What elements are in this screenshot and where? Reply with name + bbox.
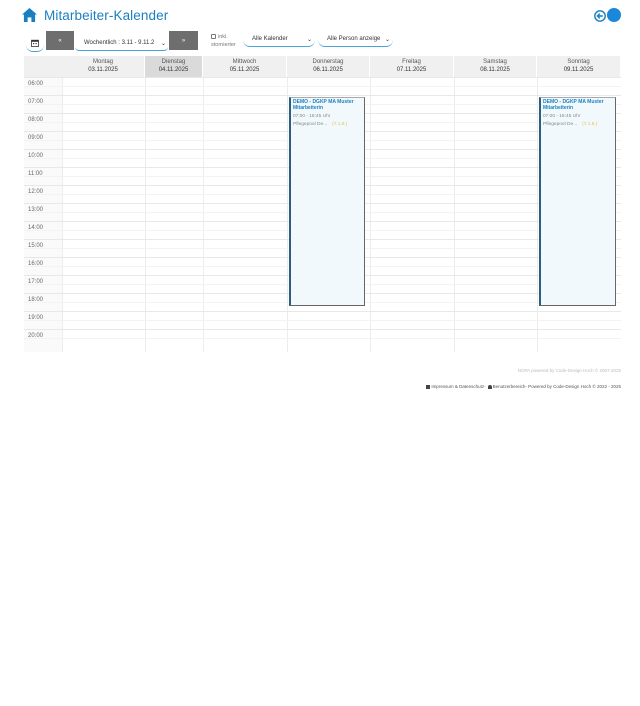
week-range-select[interactable]: Wochentlich : 3.11 - 9.11.2 ⌄ <box>75 35 168 51</box>
day-date: 09.11.2025 <box>563 67 594 73</box>
hour-line <box>24 311 621 312</box>
time-column-header <box>24 56 62 77</box>
previous-week-button[interactable]: « <box>46 31 74 50</box>
event-subtitle-row: Pflegepool De... (7.1.6.) <box>543 122 613 128</box>
user-circle-button[interactable] <box>607 8 621 22</box>
top-right-actions <box>594 8 621 22</box>
calendar-event[interactable]: DEMO - DGKP MA Muster Mitarbeiterin 07:00… <box>539 97 616 306</box>
week-calendar: Montag 03.11.2025 Dienstag 04.11.2025 Mittwo… <box>24 56 621 352</box>
back-arrow-icon[interactable] <box>594 9 606 22</box>
header: Mitarbeiter-Kalender <box>22 6 168 24</box>
day-name: Montag <box>92 59 113 65</box>
user-icon <box>487 384 492 389</box>
day-header-1[interactable]: Dienstag 04.11.2025 <box>145 56 203 77</box>
day-name: Sonntag <box>567 59 590 65</box>
time-label: 18:00 <box>28 297 44 303</box>
hour-line <box>24 77 621 78</box>
calendar-select-value: Alle Kalender <box>252 35 288 42</box>
calendar-picker-button[interactable] <box>26 35 44 52</box>
person-select-value: Alle Person anzeige <box>327 35 381 42</box>
half-hour-line <box>24 86 621 87</box>
day-header-4[interactable]: Freitag 07.11.2025 <box>370 56 454 77</box>
page-title: Mitarbeiter-Kalender <box>44 7 169 23</box>
impressum-link[interactable]: Impressum & Datenschutz <box>431 384 484 389</box>
day-date: 05.11.2025 <box>229 67 260 73</box>
day-name: Freitag <box>402 59 421 65</box>
event-subtitle-row: Pflegepool De... (7.1.6.) <box>293 122 362 128</box>
time-label: 07:00 <box>28 99 44 105</box>
time-label: 16:00 <box>28 261 44 267</box>
day-date: 07.11.2025 <box>396 67 427 73</box>
time-label: 13:00 <box>28 207 44 213</box>
time-label: 12:00 <box>28 189 44 195</box>
event-title: DEMO - DGKP MA Muster Mitarbeiterin <box>543 99 604 111</box>
half-hour-line <box>24 320 621 321</box>
calendar-icon <box>31 39 39 47</box>
chevron-down-icon: ⌄ <box>160 41 166 47</box>
day-header-0[interactable]: Montag 03.11.2025 <box>62 56 145 77</box>
event-time: 07:00 - 18:45 Uhr <box>543 114 581 119</box>
time-label: 11:00 <box>28 171 43 177</box>
home-icon[interactable] <box>22 8 37 22</box>
time-label: 20:00 <box>28 333 44 339</box>
hour-line <box>24 95 621 96</box>
day-name: Samstag <box>483 59 507 65</box>
day-name: Mittwoch <box>232 59 257 65</box>
storno-label-line1: inkl. <box>218 34 228 40</box>
day-name: Dienstag <box>161 59 186 65</box>
day-date: 06.11.2025 <box>313 67 343 73</box>
footer-copyright: NOPA powered by Code-Design Hoch © 2007-… <box>517 368 621 373</box>
person-select[interactable]: Alle Person anzeige ⌄ <box>318 31 393 47</box>
time-label: 14:00 <box>28 225 44 231</box>
week-range-value: Wochentlich : 3.11 - 9.11.2 <box>84 39 155 46</box>
grid-icon <box>426 384 431 389</box>
time-label: 10:00 <box>28 153 44 159</box>
event-subtitle: Pflegepool De... <box>293 122 328 127</box>
day-date: 03.11.2025 <box>88 67 118 73</box>
day-header-5[interactable]: Samstag 08.11.2025 <box>454 56 537 77</box>
day-header-6[interactable]: Sonntag 09.11.2025 <box>537 56 621 77</box>
event-title: DEMO - DGKP MA Muster Mitarbeiterin <box>293 99 354 111</box>
day-name: Donnerstag <box>312 59 344 65</box>
time-label: 19:00 <box>28 315 44 321</box>
storno-checkbox[interactable] <box>211 33 216 39</box>
benutzerbereich-link[interactable]: Benutzerbereich <box>493 384 526 389</box>
chevron-down-icon: ⌄ <box>384 37 390 43</box>
calendar-event[interactable]: DEMO - DGKP MA Muster Mitarbeiterin 07:00… <box>289 97 365 306</box>
storno-filter[interactable]: inkl. stornierter <box>211 33 236 49</box>
day-date: 04.11.2025 <box>158 67 189 73</box>
day-header-2[interactable]: Mittwoch 05.11.2025 <box>203 56 287 77</box>
footer-links: Impressum & Datenschutz - Benutzerbereic… <box>426 384 621 389</box>
event-tag: (7.1.6.) <box>332 122 348 127</box>
time-label: 06:00 <box>28 81 44 87</box>
half-hour-line <box>24 338 621 339</box>
chevron-down-icon: ⌄ <box>306 37 312 43</box>
event-subtitle: Pflegepool De... <box>543 122 578 127</box>
calendar-select[interactable]: Alle Kalender ⌄ <box>243 31 315 47</box>
footer-powered: - Powered by Code-Design Hoch © 2022 - 2… <box>525 384 621 389</box>
event-tag: (7.1.6.) <box>582 122 598 127</box>
time-label: 15:00 <box>28 243 44 249</box>
storno-label-line2: stornierter <box>211 42 236 48</box>
hour-line <box>24 329 621 330</box>
time-label: 17:00 <box>28 279 44 285</box>
time-label: 09:00 <box>28 135 44 141</box>
next-week-button[interactable]: » <box>169 31 198 50</box>
event-time: 07:00 - 18:45 Uhr <box>293 114 331 119</box>
toolbar: « Wochentlich : 3.11 - 9.11.2 ⌄ » inkl. … <box>24 30 624 54</box>
day-header-3[interactable]: Donnerstag 06.11.2025 <box>287 56 370 77</box>
footer-separator: - <box>484 384 486 389</box>
day-date: 08.11.2025 <box>480 67 510 73</box>
time-label: 08:00 <box>28 117 44 123</box>
